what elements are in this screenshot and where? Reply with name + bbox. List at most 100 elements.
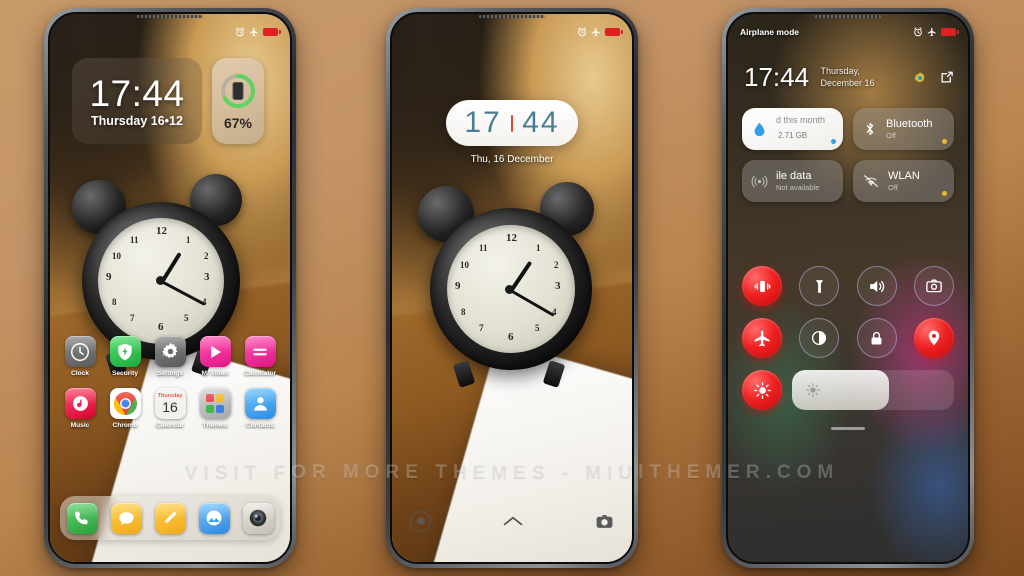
clock-icon <box>64 336 96 367</box>
app-mi-video[interactable]: Mi Video <box>195 336 235 377</box>
battery-percent-label: 67% <box>223 114 253 131</box>
battery-low-icon <box>941 28 959 36</box>
message-icon[interactable] <box>110 502 142 534</box>
app-security[interactable]: Security <box>105 336 145 377</box>
phone-2-screen: 12 3 6 9 1 2 4 5 7 8 10 11 17 44 Thu, 16… <box>390 12 634 564</box>
data-usage-value: 2.71 <box>778 131 794 141</box>
phone-1-screen: 12 3 6 9 1 2 4 5 7 8 10 11 <box>48 12 292 564</box>
app-grid: Clock Security Settings Mi Video Calcula… <box>60 336 280 440</box>
contacts-icon <box>244 388 276 419</box>
unlock-chevron-icon[interactable] <box>503 515 523 527</box>
app-label: Security <box>111 370 139 377</box>
app-settings[interactable]: Settings <box>150 336 190 377</box>
mobile-data-icon <box>751 175 768 187</box>
control-center-header: 17:44 Thursday, December 16 <box>744 64 895 90</box>
gallery-icon[interactable] <box>198 502 230 534</box>
calendar-day: 16 <box>162 399 178 416</box>
location-icon <box>928 330 940 346</box>
toggle-vibrate[interactable] <box>742 266 782 306</box>
tile-row-1: d this month 2.71 GB Bluetooth Off <box>742 108 954 150</box>
alarm-clock-icon <box>578 27 586 37</box>
earpiece-speaker <box>137 15 203 18</box>
toggle-airplane-mode[interactable] <box>742 318 782 358</box>
pill-clock-minutes: 44 <box>522 106 560 139</box>
tile-bluetooth[interactable]: Bluetooth Off <box>853 108 954 150</box>
status-dot <box>942 139 947 144</box>
phone-2: 12 3 6 9 1 2 4 5 7 8 10 11 17 44 Thu, 16… <box>386 8 638 568</box>
phone-3: Airplane mode 17:44 Thursday, December 1… <box>722 8 974 568</box>
app-row-2: Music Chrome Thursday 16 Calendar Themes… <box>60 388 280 429</box>
app-themes[interactable]: Themes <box>195 388 235 429</box>
camera-icon[interactable] <box>242 502 274 534</box>
shield-icon <box>109 336 141 367</box>
flashlight-icon <box>815 279 823 293</box>
tile-subtitle: Off <box>886 131 896 141</box>
status-bar-right <box>577 27 623 37</box>
tile-title: Bluetooth <box>886 117 933 130</box>
dock <box>60 496 280 540</box>
app-calendar[interactable]: Thursday 16 Calendar <box>150 388 190 429</box>
toggle-screen-lock[interactable] <box>856 318 897 358</box>
control-center-date: Thursday, December 16 <box>820 65 875 88</box>
airplane-mode-status-label: Airplane mode <box>740 27 800 37</box>
phone-3-status-bar: Airplane mode <box>728 24 968 40</box>
app-label: Themes <box>202 422 228 429</box>
tile-title: ile data <box>776 169 812 182</box>
flashlight-shortcut-icon[interactable] <box>410 510 431 532</box>
tile-data-usage[interactable]: d this month 2.71 GB <box>742 108 843 150</box>
lock-screen-date: Thu, 16 December <box>470 154 554 165</box>
wifi-off-icon <box>864 175 878 187</box>
notes-icon[interactable] <box>154 502 186 534</box>
app-music[interactable]: Music <box>60 388 100 429</box>
tile-row-2: ile data Not available WLAN Off <box>742 160 954 202</box>
tile-wlan[interactable]: WLAN Off <box>853 160 954 202</box>
data-usage-unit: GB <box>795 131 808 141</box>
toggle-screenshot[interactable] <box>913 266 954 306</box>
edit-icon[interactable] <box>939 70 954 85</box>
app-label: Music <box>70 422 90 429</box>
toggle-auto-brightness[interactable] <box>742 370 782 410</box>
toggle-flashlight[interactable] <box>799 266 840 306</box>
lock-screen-date: Thursday 16•12 <box>91 113 183 128</box>
control-center-header-icons <box>913 70 954 85</box>
battery-low-icon <box>263 28 281 36</box>
pill-clock-widget[interactable]: 17 44 <box>446 100 578 146</box>
toggle-dark-mode[interactable] <box>799 318 840 358</box>
control-center-drag-handle[interactable] <box>831 427 865 430</box>
app-contacts[interactable]: Contacts <box>240 388 280 429</box>
themes-icon <box>199 388 231 419</box>
lock-screen-shortcuts <box>392 506 632 536</box>
brightness-slider[interactable] <box>792 370 954 410</box>
phone-1: 12 3 6 9 1 2 4 5 7 8 10 11 <box>44 8 296 568</box>
earpiece-speaker <box>815 15 881 18</box>
app-calculator[interactable]: Calculator <box>240 336 280 377</box>
alarm-clock-icon <box>236 27 244 37</box>
gear-icon[interactable] <box>913 71 927 85</box>
toggle-location[interactable] <box>913 318 954 358</box>
brightness-row <box>742 370 954 410</box>
lock-screen-clock-widget[interactable]: 17:44 Thursday 16•12 <box>72 58 202 144</box>
chrome-icon <box>109 388 141 419</box>
contrast-icon <box>812 330 827 346</box>
airplane-icon <box>754 330 770 346</box>
app-clock[interactable]: Clock <box>60 336 100 377</box>
phone-battery-icon <box>232 81 244 100</box>
app-chrome[interactable]: Chrome <box>105 388 145 429</box>
control-center-time: 17:44 <box>744 62 810 92</box>
battery-widget[interactable]: 67% <box>212 58 264 144</box>
wallpaper-alarm-clock: 12 3 6 9 1 2 4 5 7 8 10 11 <box>392 14 632 562</box>
lock-icon <box>871 331 882 345</box>
toggle-row-1 <box>742 266 954 306</box>
phone-icon[interactable] <box>66 502 98 534</box>
toggle-sound[interactable] <box>856 266 897 306</box>
app-label: Contacts <box>245 422 275 429</box>
camera-shortcut-icon[interactable] <box>595 512 614 531</box>
phone-3-screen: Airplane mode 17:44 Thursday, December 1… <box>726 12 970 564</box>
status-bar-right <box>235 27 281 37</box>
app-label: Settings <box>156 370 183 377</box>
tile-title: WLAN <box>888 169 920 182</box>
auto-brightness-icon <box>753 381 771 399</box>
calendar-icon: Thursday 16 <box>154 388 186 419</box>
bluetooth-icon <box>866 123 874 135</box>
tile-mobile-data[interactable]: ile data Not available <box>742 160 843 202</box>
